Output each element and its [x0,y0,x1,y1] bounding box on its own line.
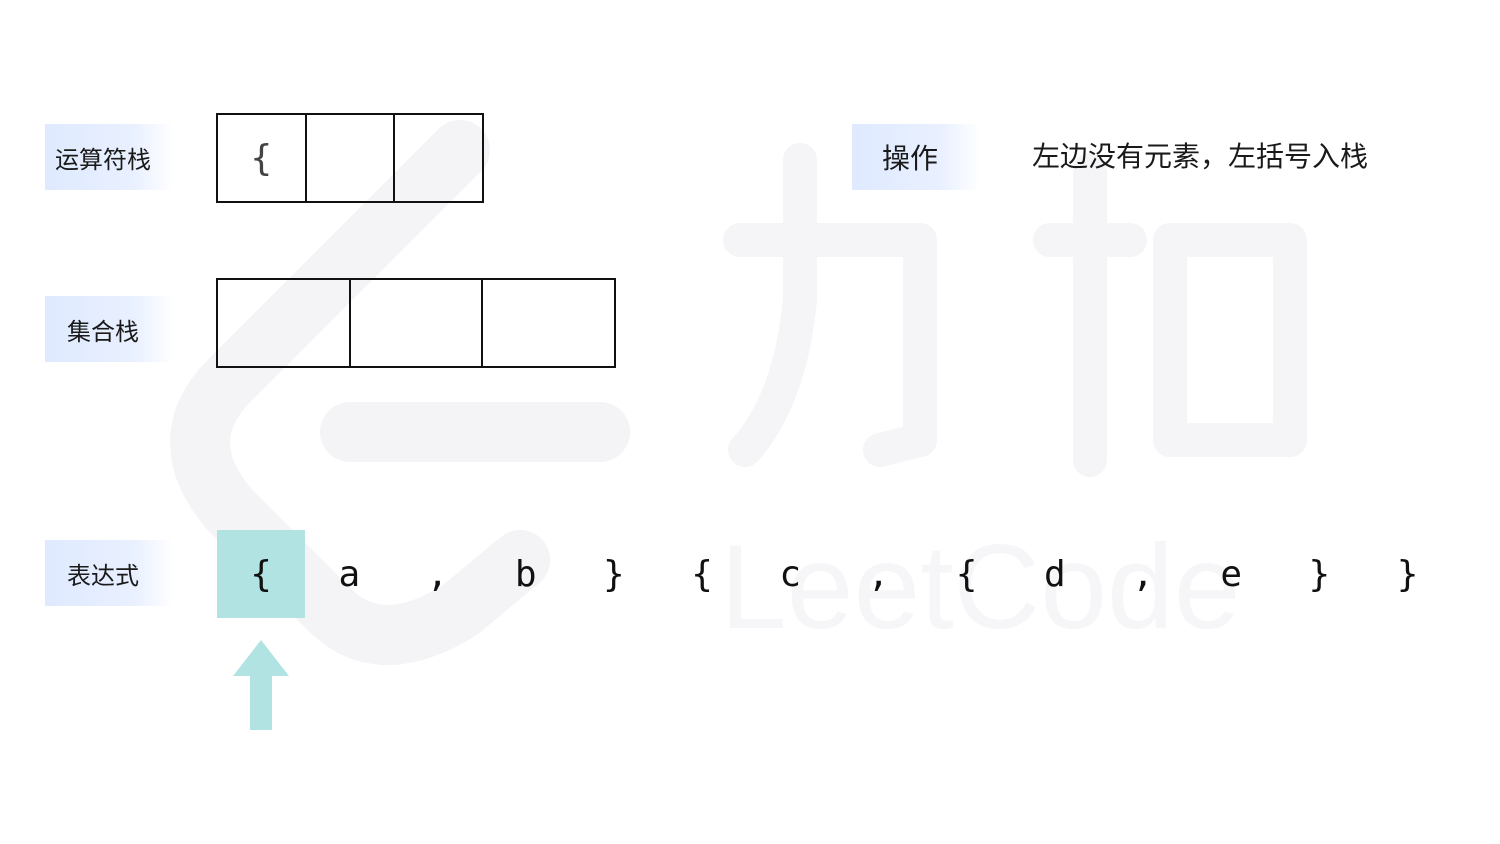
expression-token: { [691,553,713,595]
set-stack [216,278,616,368]
expression-token: , [426,553,449,595]
expression-token: b [514,553,537,595]
set-stack-cell [218,280,349,366]
set-stack-cell [481,280,614,366]
expression-token: , [1132,553,1154,595]
operator-stack-cell: { [250,137,273,179]
operator-stack-cell [304,115,394,201]
operator-stack: { [216,113,484,203]
expression-token: } [1308,553,1331,595]
operator-stack-cell [393,115,482,201]
expression-token: { [217,530,306,618]
expression-token: e [1220,553,1242,595]
expression-token: } [603,553,625,595]
pointer-arrow-icon [233,640,289,730]
operator-stack-label: 运算符栈 [45,124,173,190]
expression-token: , [867,553,890,595]
expression-token: { [955,553,978,595]
set-stack-cell [348,280,482,366]
expression-label: 表达式 [45,540,173,606]
set-stack-label: 集合栈 [45,296,173,362]
expression-token: a [338,553,361,595]
operation-description: 左边没有元素，左括号入栈 [1032,140,1369,173]
expression-token: d [1043,553,1066,595]
expression-token: } [1396,553,1419,595]
operation-label: 操作 [852,124,980,190]
expression-token: c [779,553,802,595]
expression-tokens: { a , b } { c , { d , e } } [217,530,1452,618]
